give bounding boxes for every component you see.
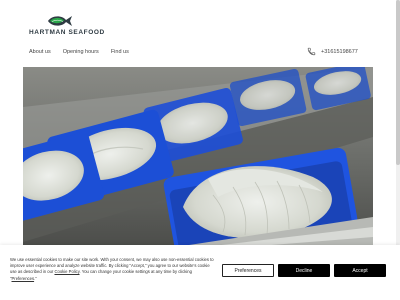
cookie-banner: We use essential cookies to make our sit… — [0, 245, 400, 300]
phone-number: +31615198677 — [321, 48, 358, 55]
phone-icon — [307, 47, 316, 56]
cookie-policy-link[interactable]: Cookie Policy — [54, 269, 79, 274]
decline-button[interactable]: Decline — [278, 264, 330, 277]
fish-logo-icon — [48, 16, 72, 26]
logo[interactable]: HARTMAN SEAFOOD — [29, 14, 119, 38]
phone-link[interactable]: +31615198677 — [307, 47, 358, 56]
scrollbar-thumb[interactable] — [396, 0, 400, 165]
brand-name: HARTMAN SEAFOOD — [29, 29, 105, 36]
cookie-message: We use essential cookies to make our sit… — [10, 257, 214, 281]
nav-about-us[interactable]: About us — [29, 49, 51, 55]
preferences-button[interactable]: Preferences — [222, 264, 274, 277]
accept-button[interactable]: Accept — [334, 264, 386, 277]
hero-image — [23, 67, 373, 252]
site-header: HARTMAN SEAFOOD About us Opening hours F… — [0, 0, 400, 66]
main-nav: About us Opening hours Find us — [29, 49, 129, 55]
nav-find-us[interactable]: Find us — [111, 49, 129, 55]
nav-opening-hours[interactable]: Opening hours — [63, 49, 99, 55]
preferences-link[interactable]: Preferences — [12, 276, 35, 281]
